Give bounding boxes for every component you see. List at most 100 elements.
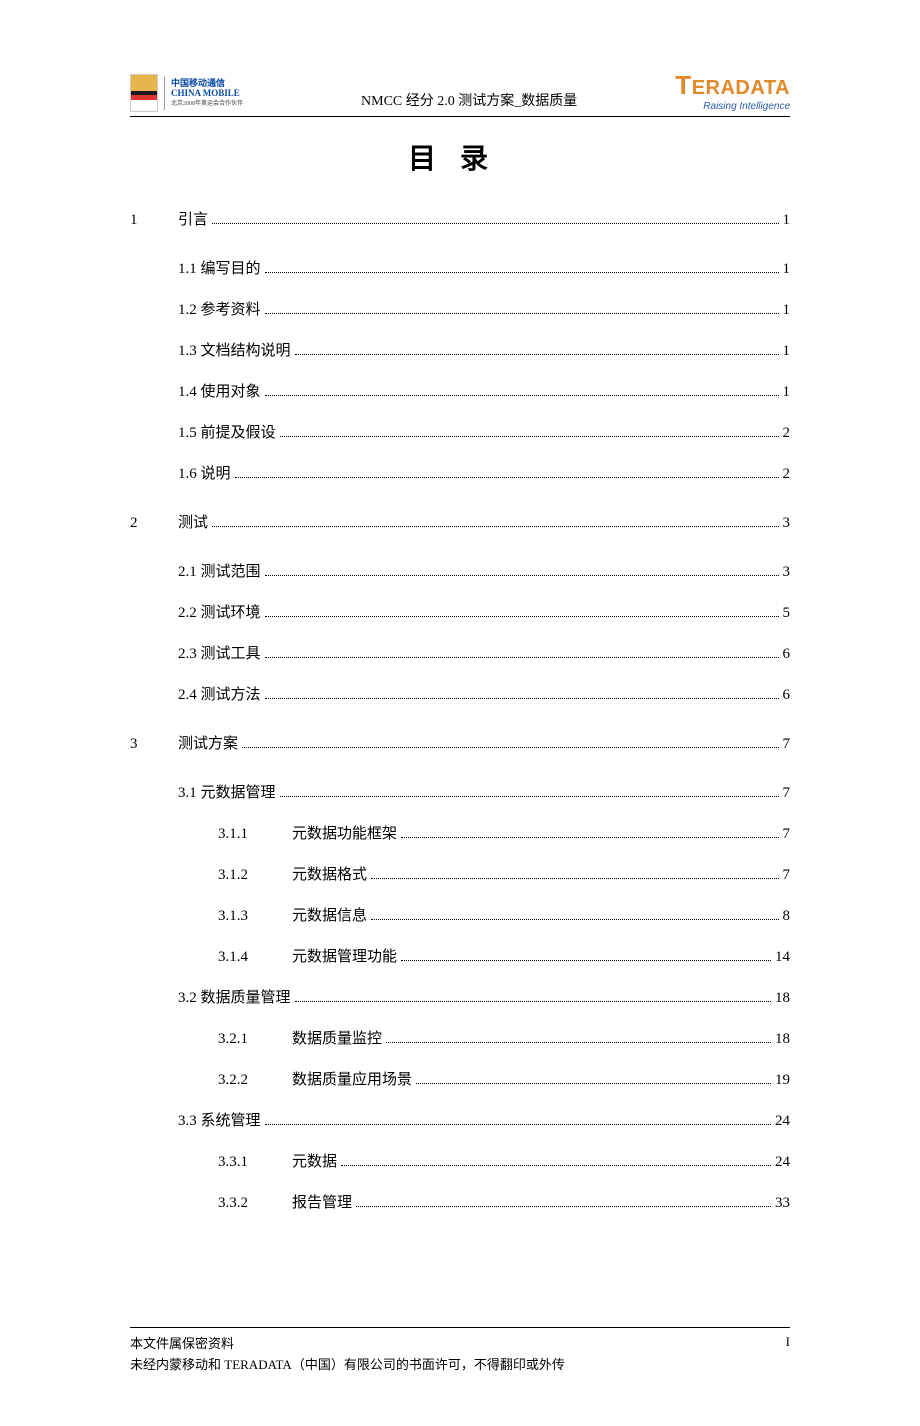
toc-entry[interactable]: 2.3 测试工具6 [178, 641, 790, 668]
toc-subsection-number: 3.1.2 [218, 862, 292, 889]
toc-entry[interactable]: 1.3 文档结构说明1 [178, 338, 790, 365]
toc-page-number: 8 [783, 903, 791, 930]
toc-leader-dots [295, 988, 771, 1003]
toc-leader-dots [235, 464, 779, 479]
teradata-tagline: Raising Intelligence [675, 101, 790, 112]
toc-entry[interactable]: 3.3.2报告管理33 [218, 1190, 790, 1217]
toc-label: 2.1 测试范围 [178, 559, 261, 586]
toc-page-number: 14 [775, 944, 790, 971]
toc-label: 测试 [178, 510, 208, 537]
toc-label: 1.6 说明 [178, 461, 231, 488]
toc-page-number: 7 [783, 862, 791, 889]
toc-label: 元数据信息 [292, 903, 367, 930]
toc-entry[interactable]: 2.4 测试方法 6 [178, 682, 790, 709]
toc-label: 测试方案 [178, 731, 238, 758]
toc-subsection-number: 3.3.1 [218, 1149, 292, 1176]
toc-page-number: 1 [783, 297, 791, 324]
toc-leader-dots [265, 562, 779, 577]
footer-page-number: I [786, 1334, 790, 1376]
toc-entry[interactable]: 1.4 使用对象1 [178, 379, 790, 406]
toc-page-number: 1 [783, 338, 791, 365]
toc-leader-dots [242, 734, 778, 749]
toc-label: 3.1 元数据管理 [178, 780, 276, 807]
toc-page-number: 3 [783, 510, 791, 537]
toc-subsection-number: 3.2.2 [218, 1067, 292, 1094]
toc-entry[interactable]: 3.2.2数据质量应用场景19 [218, 1067, 790, 1094]
toc-subsection-number: 3.2.1 [218, 1026, 292, 1053]
toc-leader-dots [212, 210, 778, 225]
toc-entry[interactable]: 3.1.1元数据功能框架 7 [218, 821, 790, 848]
header-left-logos: 中国移动通信 CHINA MOBILE 北京2008年奥运会合作伙伴 [130, 74, 243, 112]
toc-chapter-number: 1 [130, 207, 178, 234]
toc-entry[interactable]: 1.6 说明 2 [178, 461, 790, 488]
toc-entry[interactable]: 1.1 编写目的1 [178, 256, 790, 283]
footer-line-1: 本文件属保密资料 [130, 1334, 565, 1355]
toc-entry[interactable]: 3测试方案 7 [130, 731, 790, 758]
toc-leader-dots [265, 1111, 771, 1126]
toc-leader-dots [280, 783, 779, 798]
toc-subsection-number: 3.3.2 [218, 1190, 292, 1217]
toc-leader-dots [265, 644, 779, 659]
toc-leader-dots [401, 824, 778, 839]
toc-entry[interactable]: 2.2 测试环境 5 [178, 600, 790, 627]
table-of-contents: 1引言11.1 编写目的11.2 参考资料11.3 文档结构说明11.4 使用对… [130, 207, 790, 1217]
toc-label: 2.3 测试工具 [178, 641, 261, 668]
toc-entry[interactable]: 1.5 前提及假设2 [178, 420, 790, 447]
toc-label: 1.2 参考资料 [178, 297, 261, 324]
toc-label: 元数据管理功能 [292, 944, 397, 971]
toc-page-number: 2 [783, 461, 791, 488]
toc-leader-dots [401, 947, 771, 962]
toc-label: 引言 [178, 207, 208, 234]
toc-page-number: 24 [775, 1108, 790, 1135]
toc-entry[interactable]: 3.1.2元数据格式7 [218, 862, 790, 889]
toc-leader-dots [265, 300, 779, 315]
toc-page-number: 18 [775, 1026, 790, 1053]
toc-page-number: 7 [783, 731, 791, 758]
toc-leader-dots [341, 1152, 771, 1167]
toc-entry[interactable]: 3.1 元数据管理7 [178, 780, 790, 807]
toc-entry[interactable]: 3.3.1元数据 24 [218, 1149, 790, 1176]
page-footer: 本文件属保密资料 未经内蒙移动和 TERADATA（中国）有限公司的书面许可，不… [130, 1327, 790, 1376]
toc-leader-dots [212, 513, 778, 528]
toc-label: 1.5 前提及假设 [178, 420, 276, 447]
toc-entry[interactable]: 3.1.3元数据信息 8 [218, 903, 790, 930]
toc-leader-dots [265, 259, 779, 274]
toc-entry[interactable]: 3.3 系统管理24 [178, 1108, 790, 1135]
toc-subsection-number: 3.1.3 [218, 903, 292, 930]
toc-entry[interactable]: 3.1.4元数据管理功能14 [218, 944, 790, 971]
toc-page-number: 1 [783, 207, 791, 234]
toc-label: 数据质量应用场景 [292, 1067, 412, 1094]
toc-entry[interactable]: 3.2.1数据质量监控 18 [218, 1026, 790, 1053]
toc-page-number: 1 [783, 256, 791, 283]
toc-label: 元数据功能框架 [292, 821, 397, 848]
toc-heading: 目录 [130, 137, 790, 177]
toc-page-number: 24 [775, 1149, 790, 1176]
toc-entry[interactable]: 2.1 测试范围3 [178, 559, 790, 586]
page-header: 中国移动通信 CHINA MOBILE 北京2008年奥运会合作伙伴 NMCC … [130, 70, 790, 117]
toc-leader-dots [295, 341, 779, 356]
toc-leader-dots [265, 603, 779, 618]
document-header-title: NMCC 经分 2.0 测试方案_数据质量 [263, 90, 675, 112]
toc-leader-dots [416, 1070, 771, 1085]
toc-label: 2.2 测试环境 [178, 600, 261, 627]
toc-entry[interactable]: 3.2 数据质量管理18 [178, 985, 790, 1012]
toc-entry[interactable]: 1引言1 [130, 207, 790, 234]
document-page: 中国移动通信 CHINA MOBILE 北京2008年奥运会合作伙伴 NMCC … [0, 0, 920, 1426]
toc-page-number: 6 [783, 682, 791, 709]
toc-page-number: 1 [783, 379, 791, 406]
toc-leader-dots [371, 865, 778, 880]
toc-chapter-number: 3 [130, 731, 178, 758]
toc-label: 2.4 测试方法 [178, 682, 261, 709]
toc-entry[interactable]: 1.2 参考资料 1 [178, 297, 790, 324]
toc-label: 数据质量监控 [292, 1026, 382, 1053]
footer-line-2: 未经内蒙移动和 TERADATA（中国）有限公司的书面许可，不得翻印或外传 [130, 1355, 565, 1376]
toc-subsection-number: 3.1.1 [218, 821, 292, 848]
toc-page-number: 5 [783, 600, 791, 627]
beijing-2008-logo-icon [130, 74, 158, 112]
toc-leader-dots [280, 423, 779, 438]
toc-label: 元数据 [292, 1149, 337, 1176]
cmcc-subtitle: 北京2008年奥运会合作伙伴 [171, 101, 243, 108]
toc-label: 报告管理 [292, 1190, 352, 1217]
toc-entry[interactable]: 2测试3 [130, 510, 790, 537]
toc-page-number: 7 [783, 821, 791, 848]
